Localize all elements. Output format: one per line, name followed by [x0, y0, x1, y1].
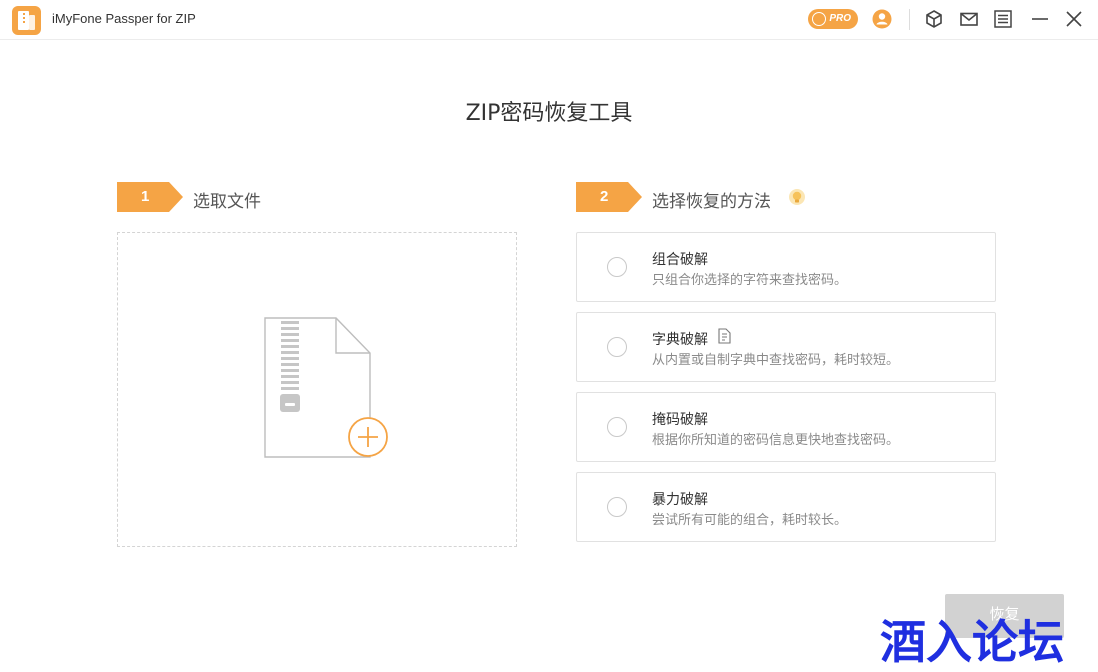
- watermark-logo: 酒入论坛: [880, 615, 1064, 669]
- method-combination-attack[interactable]: 组合破解 只组合你选择的字符来查找密码。: [576, 232, 996, 302]
- title-bar: iMyFone Passper for ZIP PRO: [0, 0, 1098, 40]
- method-title: 暴力破解: [652, 492, 708, 508]
- method-description: 从内置或自制字典中查找密码，耗时较短。: [652, 353, 900, 368]
- pro-mark-icon: [812, 12, 826, 26]
- method-description: 尝试所有可能的组合，耗时较长。: [652, 513, 848, 528]
- method-title: 组合破解: [652, 252, 708, 268]
- method-radio[interactable]: [607, 417, 627, 437]
- app-title: iMyFone Passper for ZIP: [52, 11, 196, 26]
- page-title: ZIP密码恢复工具: [465, 101, 633, 126]
- method-dictionary-attack[interactable]: 字典破解 从内置或自制字典中查找密码，耗时较短。: [576, 312, 996, 382]
- method-description: 根据你所知道的密码信息更快地查找密码。: [652, 433, 900, 448]
- step-2-number: 2: [576, 182, 642, 212]
- step-2-label: 选择恢复的方法: [652, 192, 771, 212]
- method-radio[interactable]: [607, 497, 627, 517]
- lightbulb-icon[interactable]: [788, 188, 806, 206]
- titlebar-divider: [909, 9, 910, 30]
- app-logo-icon: [12, 6, 41, 35]
- step-1-number: 1: [117, 182, 183, 212]
- method-mask-attack[interactable]: 掩码破解 根据你所知道的密码信息更快地查找密码。: [576, 392, 996, 462]
- zip-file-add-icon[interactable]: [264, 317, 392, 461]
- step-1-label: 选取文件: [193, 192, 261, 212]
- user-icon[interactable]: [872, 9, 892, 29]
- pro-badge[interactable]: PRO: [808, 9, 858, 29]
- method-radio[interactable]: [607, 337, 627, 357]
- pro-label: PRO: [829, 13, 851, 24]
- method-title: 掩码破解: [652, 412, 708, 428]
- document-icon[interactable]: [718, 328, 732, 344]
- cube-icon[interactable]: [924, 9, 944, 29]
- mail-icon[interactable]: [959, 9, 979, 29]
- file-drop-zone[interactable]: [117, 232, 517, 547]
- method-description: 只组合你选择的字符来查找密码。: [652, 273, 848, 288]
- minimize-icon[interactable]: [1030, 9, 1050, 29]
- method-radio[interactable]: [607, 257, 627, 277]
- menu-icon[interactable]: [993, 9, 1013, 29]
- watermark-text: 酒入论坛: [880, 615, 1064, 669]
- app-window: iMyFone Passper for ZIP PRO ZIP密码恢复工具 1 …: [0, 0, 1098, 672]
- method-title: 字典破解: [652, 332, 708, 348]
- method-brute-force-attack[interactable]: 暴力破解 尝试所有可能的组合，耗时较长。: [576, 472, 996, 542]
- close-icon[interactable]: [1064, 9, 1084, 29]
